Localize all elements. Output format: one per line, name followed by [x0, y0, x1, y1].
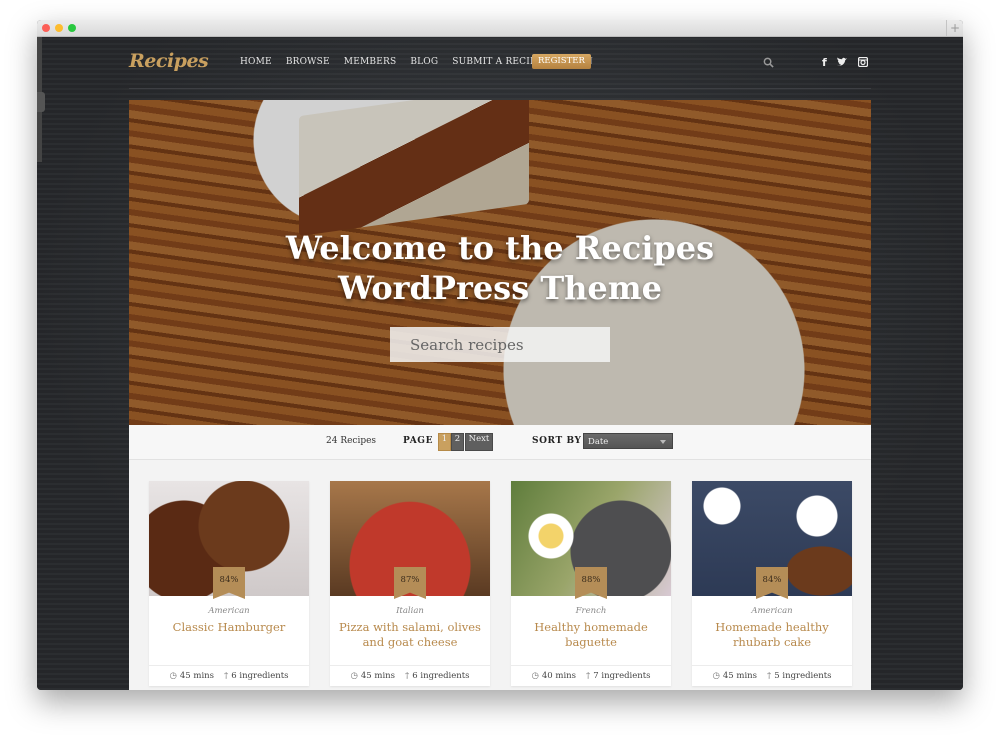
recipe-title[interactable]: Classic Hamburger [149, 620, 309, 635]
recipe-card[interactable]: 84% American Homemade healthy rhubarb ca… [692, 481, 852, 686]
sort-select[interactable]: Date [583, 433, 673, 449]
recipe-count: 24 Recipes [326, 436, 377, 446]
recipe-meta: ◷ 45 mins † 6 ingredients [330, 665, 490, 686]
search-icon[interactable] [763, 57, 774, 68]
minimize-window-button[interactable] [55, 24, 63, 32]
header-divider [129, 88, 871, 89]
maximize-window-button[interactable] [68, 24, 76, 32]
clock-icon: ◷ [712, 671, 720, 681]
recipe-card[interactable]: 84% American Classic Hamburger ◷ 45 mins … [149, 481, 309, 686]
recipe-search-input[interactable] [390, 334, 607, 355]
recipe-cuisine: American [208, 606, 250, 616]
sidebar-toggle-handle[interactable] [37, 92, 45, 112]
chevron-down-icon [660, 440, 666, 444]
close-window-button[interactable] [42, 24, 50, 32]
recipes-section: 24 Recipes PAGE 1 2 Next SORT BY Date 84… [129, 425, 871, 690]
recipe-grid: 84% American Classic Hamburger ◷ 45 mins … [149, 481, 852, 686]
page: Recipes Home Browse Members Blog Submit … [37, 37, 963, 690]
site-logo[interactable]: Recipes [129, 50, 209, 72]
twitter-icon[interactable] [837, 57, 848, 67]
clock-icon: ◷ [350, 671, 358, 681]
ingredients-icon: † [586, 671, 591, 681]
recipe-title[interactable]: Pizza with salami, olives and goat chees… [330, 620, 490, 650]
recipe-cuisine: American [751, 606, 793, 616]
recipe-card[interactable]: 88% French Healthy homemade baguette ◷ 40… [511, 481, 671, 686]
facebook-icon[interactable]: f [822, 56, 827, 69]
listing-toolbar: 24 Recipes PAGE 1 2 Next SORT BY Date [129, 425, 871, 460]
hero-search-box [390, 327, 610, 362]
ingredients-icon: † [224, 671, 229, 681]
browser-titlebar: + [37, 20, 963, 37]
recipe-cuisine: French [575, 606, 607, 616]
hero-banner: Welcome to the Recipes WordPress Theme [129, 100, 871, 425]
recipe-meta: ◷ 40 mins † 7 ingredients [511, 665, 671, 686]
recipe-meta: ◷ 45 mins † 6 ingredients [149, 665, 309, 686]
sort-label: SORT BY [532, 436, 582, 446]
recipe-title[interactable]: Healthy homemade baguette [511, 620, 671, 650]
nav-blog[interactable]: Blog [410, 57, 438, 67]
page-label: PAGE [403, 436, 434, 446]
hero-title: Welcome to the Recipes WordPress Theme [285, 229, 715, 307]
new-tab-button[interactable]: + [946, 20, 963, 36]
clock-icon: ◷ [169, 671, 177, 681]
instagram-icon[interactable] [858, 57, 868, 67]
nav-submit-recipe[interactable]: Submit a Recipe [452, 57, 543, 67]
next-page-button[interactable]: Next [465, 433, 493, 451]
page-2-button[interactable]: 2 [451, 433, 464, 451]
nav-browse[interactable]: Browse [286, 57, 330, 67]
recipe-meta: ◷ 45 mins † 5 ingredients [692, 665, 852, 686]
clock-icon: ◷ [531, 671, 539, 681]
nav-home[interactable]: Home [240, 57, 272, 67]
recipe-card[interactable]: 87% Italian Pizza with salami, olives an… [330, 481, 490, 686]
recipe-cuisine: Italian [396, 606, 424, 616]
ingredients-icon: † [405, 671, 410, 681]
register-button[interactable]: Register [532, 54, 591, 69]
nav-members[interactable]: Members [344, 57, 397, 67]
browser-window: + Recipes Home Browse Members Blog Submi… [37, 20, 963, 690]
recipe-title[interactable]: Homemade healthy rhubarb cake [692, 620, 852, 650]
page-1-button[interactable]: 1 [438, 433, 451, 451]
ingredients-icon: † [767, 671, 772, 681]
